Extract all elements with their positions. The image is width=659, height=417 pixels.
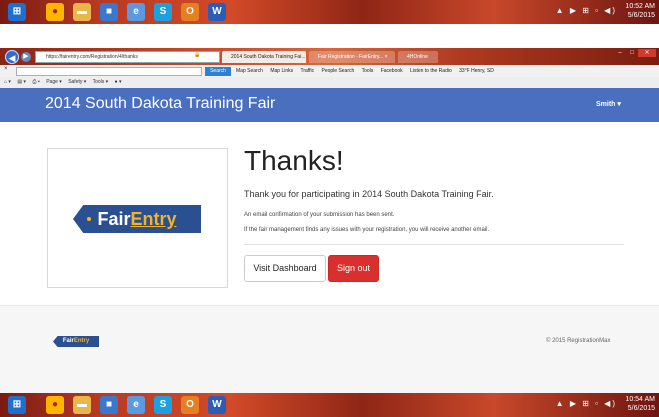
favorite-link[interactable]: People Search [321, 68, 354, 74]
clock[interactable]: 10:54 AM 5/6/2015 [625, 395, 655, 415]
fairentry-logo: FairEntry [73, 205, 201, 233]
favorite-link[interactable]: Traffic [300, 68, 314, 74]
help-icon[interactable]: ● ▾ [115, 79, 122, 85]
forward-arrow-icon[interactable]: ▶ [21, 52, 31, 62]
taskbar-top: ⊞ ● ▬ ■ e S O W ▲ ▶ ⊞ ▫ ◀) 10:52 AM 5/6/… [0, 0, 659, 24]
footer-logo-fair: Fair [62, 338, 74, 344]
clock-time: 10:54 AM [625, 396, 655, 403]
logo-entry-text: Entry [130, 209, 177, 229]
clock-time: 10:52 AM [625, 3, 655, 10]
close-icon[interactable]: ✕ [638, 49, 656, 57]
search-toolbar: × Search Map Search Map Links Traffic Pe… [0, 65, 659, 77]
print-icon[interactable]: ⎙ ▾ [32, 79, 40, 85]
taskbar-bottom: ⊞ ● ▬ ■ e S O W ▲ ▶ ⊞ ▫ ◀) 10:54 AM 5/6/… [0, 393, 659, 417]
logo-fair-text: Fair [97, 209, 131, 229]
copyright: © 2015 RegistrationMax [546, 338, 611, 344]
file-explorer-icon[interactable]: ▬ [73, 3, 91, 21]
file-explorer-icon[interactable]: ▬ [73, 396, 91, 414]
address-bar-controls[interactable]: ρ ▾ 🔒 C [186, 52, 205, 58]
command-bar: ⌂ ▾ ▤ ▾ ⎙ ▾ Page ▾ Safety ▾ Tools ▾ ● ▾ [0, 77, 659, 88]
divider [244, 244, 624, 245]
user-menu[interactable]: Smith ▾ [596, 100, 621, 108]
app-icon[interactable]: ■ [100, 3, 118, 21]
browser-nav-row: ◀ ▶ https://fairentry.com/Registration/4… [0, 48, 659, 65]
system-tray-icons[interactable]: ▲ ▶ ⊞ ▫ ◀) [556, 6, 617, 15]
maximize-icon[interactable]: □ [626, 49, 638, 57]
system-tray-icons[interactable]: ▲ ▶ ⊞ ▫ ◀) [556, 399, 617, 408]
back-arrow-icon[interactable]: ◀ [5, 50, 19, 64]
favorite-link[interactable]: Tools [362, 68, 374, 74]
outlook-icon[interactable]: O [181, 3, 199, 21]
start-button-icon[interactable]: ⊞ [8, 396, 26, 414]
page-title: Thanks! [244, 145, 344, 176]
tab-training-fair[interactable]: 2014 South Dakota Training Fai... [222, 51, 306, 63]
email-confirmation-note: An email confirmation of your submission… [244, 212, 395, 218]
tab-4honline[interactable]: 4HOnline [398, 51, 438, 63]
outlook-icon[interactable]: O [181, 396, 199, 414]
word-icon[interactable]: W [208, 3, 226, 21]
clock-date: 5/6/2015 [627, 405, 655, 412]
window-controls: – □ ✕ [614, 49, 656, 57]
issue-note: If the fair management finds any issues … [244, 227, 490, 233]
home-icon[interactable]: ⌂ ▾ [4, 79, 11, 85]
footer-logo[interactable]: FairEntry [53, 336, 99, 347]
favorite-link[interactable]: Map Links [270, 68, 293, 74]
favorite-link[interactable]: Map Search [236, 68, 263, 74]
media-player-icon[interactable]: ● [46, 396, 64, 414]
word-icon[interactable]: W [208, 396, 226, 414]
favorite-link[interactable]: 33°F Henry, SD [459, 68, 494, 74]
internet-explorer-icon[interactable]: e [127, 3, 145, 21]
url-text: https://fairentry.com/Registration/4/tha… [46, 54, 138, 60]
favorites-links: Map Search Map Links Traffic People Sear… [236, 66, 500, 76]
favorite-link[interactable]: Facebook [381, 68, 403, 74]
toolbar-search-button[interactable]: Search [205, 67, 231, 76]
internet-explorer-icon[interactable]: e [127, 396, 145, 414]
clock[interactable]: 10:52 AM 5/6/2015 [625, 2, 655, 22]
command-safety[interactable]: Safety ▾ [68, 79, 86, 85]
favorite-link[interactable]: Listen to the Radio [410, 68, 452, 74]
tab-fair-registration[interactable]: Fair Registration - FairEntry... × [309, 51, 395, 63]
app-header: 2014 South Dakota Training Fair Smith ▾ [0, 88, 659, 122]
fairentry-logo-panel: FairEntry [47, 148, 228, 288]
app-icon[interactable]: ■ [100, 396, 118, 414]
minimize-icon[interactable]: – [614, 49, 626, 57]
command-tools[interactable]: Tools ▾ [93, 79, 109, 85]
start-button-icon[interactable]: ⊞ [8, 3, 26, 21]
media-player-icon[interactable]: ● [46, 3, 64, 21]
browser-chrome: ◀ ▶ https://fairentry.com/Registration/4… [0, 48, 659, 88]
visit-dashboard-button[interactable]: Visit Dashboard [244, 255, 326, 282]
footer-logo-entry: Entry [73, 338, 90, 344]
app-title[interactable]: 2014 South Dakota Training Fair [45, 95, 275, 113]
skype-icon[interactable]: S [154, 396, 172, 414]
toolbar-search-input[interactable] [16, 67, 202, 76]
sign-out-button[interactable]: Sign out [328, 255, 379, 282]
feeds-icon[interactable]: ▤ ▾ [17, 79, 26, 85]
close-toolbar-icon[interactable]: × [4, 66, 8, 72]
thank-you-message: Thank you for participating in 2014 Sout… [244, 189, 494, 199]
footer: FairEntry © 2015 RegistrationMax [0, 305, 659, 393]
clock-date: 5/6/2015 [627, 12, 655, 19]
command-page[interactable]: Page ▾ [46, 79, 62, 85]
skype-icon[interactable]: S [154, 3, 172, 21]
